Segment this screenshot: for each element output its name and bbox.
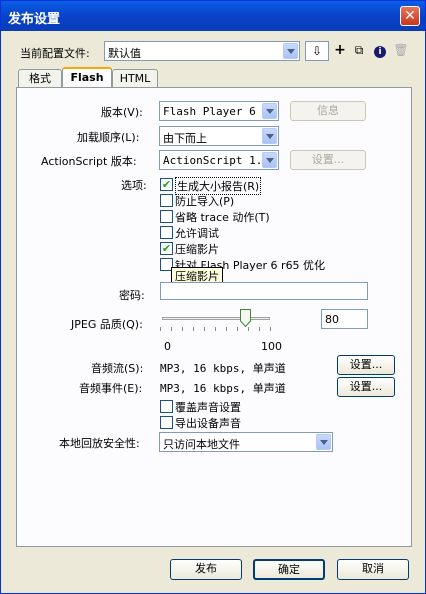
ok-button[interactable]: 确定 bbox=[253, 559, 325, 580]
delete-profile-button[interactable]: 🗑 bbox=[391, 41, 411, 61]
permit-debug-label: 允许调试 bbox=[175, 227, 219, 240]
jpeg-min-label: 0 bbox=[164, 340, 171, 353]
slider-track bbox=[162, 317, 270, 320]
tab-formats[interactable]: 格式 bbox=[18, 69, 62, 89]
tab-flash[interactable]: Flash bbox=[62, 67, 112, 89]
load-order-label: 加载顺序(L): bbox=[77, 131, 140, 144]
window-title: 发布设置 bbox=[8, 12, 61, 27]
duplicate-icon: ⧉ bbox=[354, 43, 364, 57]
version-select[interactable]: Flash Player 6 bbox=[159, 101, 279, 121]
options-label: 选项: bbox=[121, 179, 147, 192]
omit-trace-checkbox[interactable] bbox=[160, 210, 173, 223]
load-order-value: 由下而上 bbox=[163, 132, 207, 145]
export-device-sound-label: 导出设备声音 bbox=[175, 417, 241, 430]
slider-ticks bbox=[160, 327, 272, 331]
flash-tab-panel: 版本(V): Flash Player 6 信息 加载顺序(L): 由下而上 A… bbox=[16, 87, 412, 547]
chevron-down-icon bbox=[262, 128, 277, 144]
version-value: Flash Player 6 bbox=[163, 105, 256, 118]
title-bar[interactable]: 发布设置 ✕ bbox=[1, 1, 425, 31]
chevron-down-icon bbox=[316, 434, 331, 450]
actionscript-label: ActionScript 版本: bbox=[41, 155, 137, 168]
publish-settings-dialog: 发布设置 ✕ 当前配置文件: 默认值 ⇩ + ⧉ i 🗑 格式 Flash HT… bbox=[0, 0, 426, 594]
actionscript-value: ActionScript 1.0 bbox=[163, 154, 269, 167]
import-export-button[interactable]: ⇩ bbox=[305, 41, 329, 61]
protect-import-label: 防止导入(P) bbox=[175, 195, 235, 208]
jpeg-quality-label: JPEG 品质(Q): bbox=[71, 318, 143, 331]
profile-value: 默认值 bbox=[108, 47, 141, 60]
chevron-down-icon bbox=[283, 43, 298, 59]
trash-icon: 🗑 bbox=[393, 43, 409, 57]
override-sound-checkbox[interactable] bbox=[160, 400, 173, 413]
jpeg-quality-value: 80 bbox=[325, 313, 339, 326]
audio-event-value: MP3, 16 kbps, 单声道 bbox=[160, 382, 286, 395]
password-field[interactable] bbox=[160, 282, 368, 300]
local-playback-select[interactable]: 只访问本地文件 bbox=[159, 432, 333, 452]
password-label: 密码: bbox=[119, 289, 145, 302]
jpeg-max-label: 100 bbox=[261, 340, 282, 353]
close-button[interactable]: ✕ bbox=[400, 6, 420, 26]
compress-movie-label: 压缩影片 bbox=[175, 243, 219, 256]
size-report-checkbox[interactable]: ✔ bbox=[160, 178, 173, 191]
audio-stream-settings-button[interactable]: 设置... bbox=[337, 355, 395, 375]
audio-stream-value: MP3, 16 kbps, 单声道 bbox=[160, 362, 286, 375]
profile-label: 当前配置文件: bbox=[20, 47, 90, 60]
info-button[interactable]: 信息 bbox=[290, 101, 366, 121]
info-icon: i bbox=[374, 46, 386, 58]
jpeg-quality-input[interactable]: 80 bbox=[321, 309, 368, 329]
profile-info-button[interactable]: i bbox=[370, 41, 390, 61]
publish-button[interactable]: 发布 bbox=[170, 559, 242, 580]
tab-html[interactable]: HTML bbox=[112, 69, 158, 89]
jpeg-quality-slider[interactable] bbox=[160, 309, 272, 331]
export-device-sound-checkbox[interactable] bbox=[160, 416, 173, 429]
audio-event-label: 音频事件(E): bbox=[79, 382, 143, 395]
import-export-icon: ⇩ bbox=[311, 44, 323, 58]
actionscript-select[interactable]: ActionScript 1.0 bbox=[159, 150, 279, 170]
actionscript-settings-button[interactable]: 设置... bbox=[290, 150, 366, 170]
audio-event-settings-button[interactable]: 设置... bbox=[337, 377, 395, 397]
permit-debug-checkbox[interactable] bbox=[160, 226, 173, 239]
profile-select[interactable]: 默认值 bbox=[104, 41, 300, 61]
audio-stream-label: 音频流(S): bbox=[91, 362, 144, 375]
add-profile-button[interactable]: + bbox=[330, 41, 350, 61]
protect-import-checkbox[interactable] bbox=[160, 194, 173, 207]
chevron-down-icon bbox=[262, 103, 277, 119]
local-playback-value: 只访问本地文件 bbox=[163, 438, 240, 451]
load-order-select[interactable]: 由下而上 bbox=[159, 126, 279, 146]
compress-movie-checkbox[interactable]: ✔ bbox=[160, 242, 173, 255]
local-playback-label: 本地回放安全性: bbox=[59, 437, 140, 450]
omit-trace-label: 省略 trace 动作(T) bbox=[175, 211, 270, 224]
slider-thumb[interactable] bbox=[240, 309, 251, 328]
duplicate-profile-button[interactable]: ⧉ bbox=[349, 41, 369, 61]
chevron-down-icon bbox=[262, 152, 277, 168]
version-label: 版本(V): bbox=[101, 106, 143, 119]
cancel-button[interactable]: 取消 bbox=[337, 559, 409, 580]
plus-icon: + bbox=[334, 42, 346, 58]
override-sound-label: 覆盖声音设置 bbox=[175, 401, 241, 414]
